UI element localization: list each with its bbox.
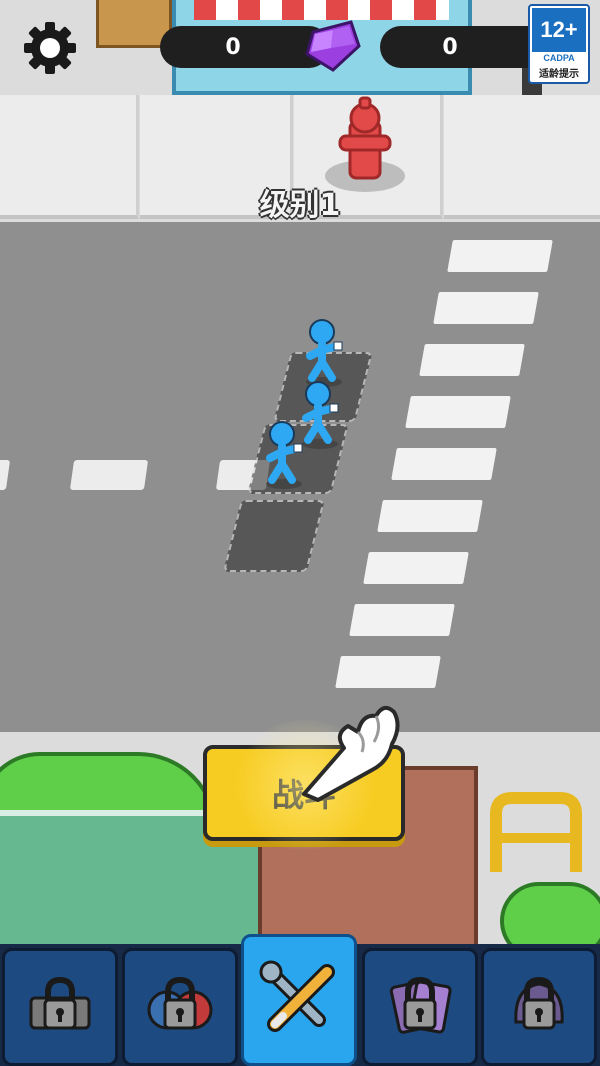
nav-tab-locked-cards[interactable] [362, 948, 478, 1066]
nav-tab-locked-helmet[interactable] [481, 948, 597, 1066]
tutorial-hand-icon [302, 705, 400, 802]
crosswalk-stripe [349, 604, 455, 636]
lane-marking [69, 460, 149, 490]
crosswalk-stripe [377, 500, 483, 532]
lock-icon [29, 976, 91, 1030]
nav-tab-locked-shield[interactable] [122, 948, 238, 1066]
crosswalk-stripe [447, 240, 553, 272]
age-rating-caption: 适龄提示 [539, 69, 579, 80]
stickman-unit[interactable] [258, 420, 310, 490]
lock-icon [147, 976, 213, 1030]
stickman-unit[interactable] [298, 318, 350, 388]
crosswalk-stripe [419, 344, 525, 376]
bike-rack [490, 792, 582, 872]
coin-counter: 0 [380, 26, 530, 68]
crosswalk-stripe [391, 448, 497, 480]
level-label: 级别1 [259, 188, 341, 223]
gem-count: 0 [225, 34, 241, 60]
age-rating-value: 12+ [532, 8, 586, 52]
nav-tab-locked-gate[interactable] [2, 948, 118, 1066]
lane-marking [0, 460, 11, 490]
bat-and-wrench-icon [259, 960, 335, 1032]
crosswalk-stripe [335, 656, 441, 688]
crosswalk-stripe [405, 396, 511, 428]
purple-gem-icon [305, 20, 361, 72]
crosswalk-stripe [433, 292, 539, 324]
coin-count: 0 [442, 34, 458, 60]
gear-icon[interactable] [22, 20, 78, 76]
age-rating-org: CADPA [543, 53, 575, 63]
age-rating-badge: 12+ CADPA 适龄提示 [528, 4, 590, 84]
crosswalk-stripe [363, 552, 469, 584]
formation-slot[interactable] [223, 500, 325, 572]
lock-icon [389, 976, 452, 1034]
nav-tab-weapons[interactable] [241, 934, 357, 1066]
lock-icon [514, 976, 564, 1030]
